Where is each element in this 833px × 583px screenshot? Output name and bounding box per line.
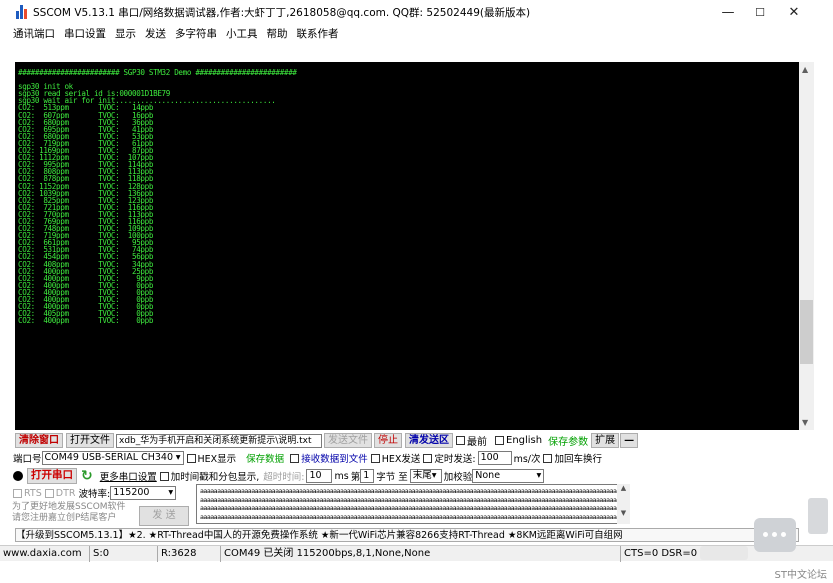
interval-input[interactable]: 100: [477, 451, 512, 465]
open-port-button[interactable]: 打开串口: [27, 468, 77, 484]
chevron-down-icon: ▾: [168, 487, 174, 498]
baud-label: 波特率:: [78, 489, 111, 500]
english-label: English: [506, 435, 543, 446]
sent-count: S:0: [90, 545, 158, 562]
timeout-input[interactable]: 10: [306, 469, 333, 483]
title-bar: SSCOM V5.13.1 串口/网络数据调试器,作者:大虾丁丁,2618058…: [0, 0, 833, 24]
add-crlf-label: 加回车换行: [554, 454, 602, 465]
menu-serial-settings[interactable]: 串口设置: [64, 26, 106, 41]
send-scrollbar[interactable]: ▲ ▼: [617, 484, 630, 524]
port-label: 端口号: [13, 454, 42, 465]
promo-banner[interactable]: 【升级到SSCOM5.13.1】★2. ★RT-Thread中国人的开源免费操作…: [15, 528, 799, 542]
menu-port[interactable]: 通讯端口: [13, 26, 55, 41]
topmost-checkbox[interactable]: [456, 436, 465, 445]
checksum-label: 加校验: [443, 472, 473, 483]
open-file-button[interactable]: 打开文件: [66, 433, 114, 448]
forum-watermark: ST中文论坛: [774, 570, 827, 581]
scrollbar-thumb[interactable]: [800, 300, 813, 364]
byte-label: 字节 至: [376, 472, 408, 483]
port-select-value: COM49 USB-SERIAL CH340: [44, 452, 174, 463]
more-settings-link[interactable]: 更多串口设置: [100, 469, 157, 483]
scroll-up-icon[interactable]: ▲: [617, 484, 630, 492]
timed-send-label: 定时发送:: [434, 454, 476, 465]
send-button[interactable]: 发 送: [139, 506, 189, 526]
close-button[interactable]: ✕: [778, 0, 810, 24]
timeout-unit: ms: [334, 470, 349, 482]
baud-toolbar: RTS DTR 波特率: 115200 ▾: [13, 486, 177, 500]
timed-send-checkbox[interactable]: [423, 453, 433, 463]
expand-button[interactable]: 扩展: [591, 433, 620, 448]
open-port-toolbar: 打开串口 ↻ 更多串口设置 加时间戳和分包显示, 超时时间: 10 ms 第 1…: [13, 468, 545, 484]
console-text: ######################## SGP30 STM32 Dem…: [18, 68, 297, 326]
end-select[interactable]: 末尾▾: [409, 469, 442, 483]
checksum-select[interactable]: None ▾: [472, 469, 545, 483]
minimize-button[interactable]: —: [712, 0, 744, 24]
sscom-app-icon: [16, 5, 28, 19]
receive-console[interactable]: ######################## SGP30 STM32 Dem…: [15, 62, 799, 430]
recv-to-file-checkbox[interactable]: [290, 453, 300, 463]
add-crlf-checkbox[interactable]: [543, 453, 553, 463]
english-checkbox[interactable]: [495, 436, 504, 445]
menu-contact-author[interactable]: 联系作者: [297, 26, 339, 41]
port-select[interactable]: COM49 USB-SERIAL CH340 ▾: [41, 451, 184, 465]
forum-logo-shape: [808, 498, 828, 534]
hex-send-label: HEX发送: [381, 454, 421, 465]
register-note: 为了更好地发展SSCOM软件 请您注册嘉立创P结尾客户: [12, 502, 126, 523]
recv-to-file-label[interactable]: 接收数据到文件: [301, 451, 368, 465]
menu-display[interactable]: 显示: [115, 26, 136, 41]
port-status-icon: [13, 471, 23, 481]
file-toolbar: 清除窗口 打开文件 xdb_华为手机开启和关闭系统更新提示\说明.txt 发送文…: [15, 433, 639, 448]
checksum-value: None: [475, 470, 501, 481]
rts-checkbox[interactable]: [13, 488, 22, 498]
dtr-label: DTR: [55, 487, 76, 499]
end-select-value: 末尾: [412, 470, 432, 481]
stop-button[interactable]: 停止: [374, 433, 402, 448]
send-textarea[interactable]: aaaaaaaaaaaaaaaaaaaaaaaaaaaaaaaaaaaaaaaa…: [196, 484, 630, 524]
interval-unit: ms/次: [513, 454, 541, 465]
baud-select[interactable]: 115200 ▾: [110, 486, 177, 500]
maximize-button[interactable]: ☐: [744, 0, 776, 24]
send-file-button[interactable]: 发送文件: [324, 433, 372, 448]
timestamp-checkbox[interactable]: [159, 471, 169, 481]
save-params-button[interactable]: 保存参数: [548, 433, 588, 448]
save-data-button[interactable]: 保存数据: [246, 451, 284, 465]
collapse-button[interactable]: —: [620, 433, 639, 448]
byte-prefix: 第: [350, 472, 361, 483]
redacted-area: [700, 546, 748, 560]
timeout-label: 超时时间:: [263, 472, 305, 483]
port-toolbar: 端口号 COM49 USB-SERIAL CH340 ▾ HEX显示 保存数据 接…: [13, 451, 602, 465]
menu-send[interactable]: 发送: [145, 26, 166, 41]
rts-label: RTS: [24, 487, 42, 499]
menu-help[interactable]: 帮助: [267, 26, 288, 41]
refresh-icon[interactable]: ↻: [81, 468, 93, 484]
chevron-down-icon: ▾: [536, 470, 542, 481]
send-content: aaaaaaaaaaaaaaaaaaaaaaaaaaaaaaaaaaaaaaaa…: [200, 487, 630, 521]
hex-display-label: HEX显示: [197, 454, 237, 465]
port-state: COM49 已关闭 115200bps,8,1,None,None: [221, 545, 621, 562]
scroll-down-icon[interactable]: ▼: [617, 509, 630, 517]
menu-tools[interactable]: 小工具: [226, 26, 258, 41]
window-title: SSCOM V5.13.1 串口/网络数据调试器,作者:大虾丁丁,2618058…: [33, 6, 531, 19]
menu-multi-string[interactable]: 多字符串: [175, 26, 217, 41]
scroll-down-icon[interactable]: ▼: [802, 418, 808, 427]
website-link[interactable]: www.daxia.com: [0, 545, 90, 562]
clear-window-button[interactable]: 清除窗口: [15, 433, 63, 448]
timestamp-label: 加时间戳和分包显示,: [170, 472, 260, 483]
topmost-label: 最前: [467, 437, 487, 448]
hex-display-checkbox[interactable]: [186, 453, 196, 463]
menu-bar: 通讯端口 串口设置 显示 发送 多字符串 小工具 帮助 联系作者: [0, 24, 833, 42]
byte-index-input[interactable]: 1: [360, 469, 375, 483]
baud-value: 115200: [113, 487, 150, 498]
scroll-up-icon[interactable]: ▲: [802, 65, 808, 74]
chat-bubble-icon[interactable]: [754, 518, 796, 552]
received-count: R:3628: [158, 545, 221, 562]
console-scrollbar[interactable]: ▲ ▼: [799, 62, 814, 430]
clear-send-button[interactable]: 清发送区: [405, 433, 453, 448]
chevron-down-icon: ▾: [175, 452, 181, 463]
hex-send-checkbox[interactable]: [370, 453, 380, 463]
dtr-checkbox[interactable]: [44, 488, 54, 498]
file-path-input[interactable]: xdb_华为手机开启和关闭系统更新提示\说明.txt: [116, 433, 322, 448]
